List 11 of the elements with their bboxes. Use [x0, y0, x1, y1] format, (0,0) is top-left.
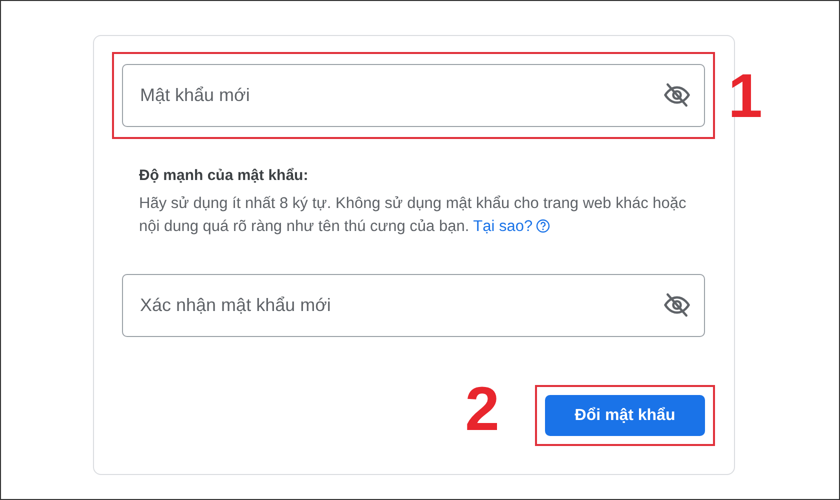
change-password-button[interactable]: Đổi mật khẩu [545, 395, 705, 436]
password-field[interactable]: Xác nhận mật khẩu mới [122, 274, 705, 337]
help-icon [536, 219, 550, 233]
step-number: 1 [728, 66, 762, 128]
eye-slash-icon[interactable] [663, 81, 691, 109]
password-field[interactable]: Mật khẩu mới [122, 64, 705, 127]
step-number: 2 [465, 379, 500, 441]
strength-hint: Hãy sử dụng ít nhất 8 ký tự. Không sử dụng mật khẩu cho trang web khác hoặc nội dung quá rõ ràng như tên thú cưng của bạn. Tại sao? [139, 194, 688, 237]
strength-heading: Độ mạnh của mật khẩu: [139, 167, 310, 184]
why-link[interactable]: Tại sao? [473, 218, 533, 235]
eye-slash-icon[interactable] [663, 291, 691, 319]
